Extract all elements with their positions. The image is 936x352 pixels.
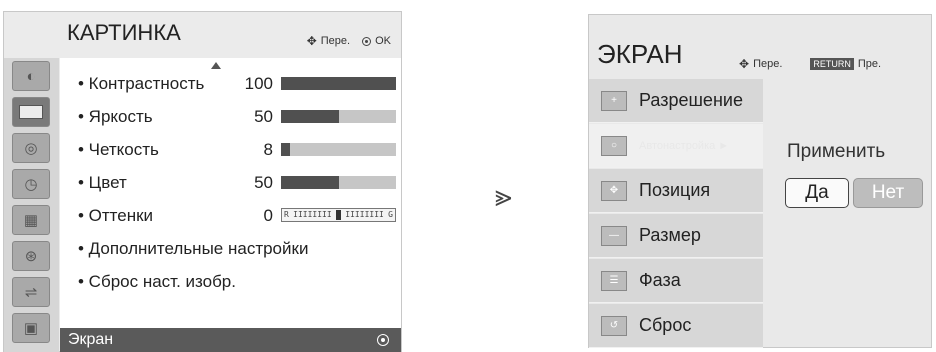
yes-button[interactable]: Да [785, 178, 849, 208]
advanced-settings-label: • Дополнительные настройки [78, 239, 309, 258]
hint-move-label: Пере. [320, 35, 351, 47]
move-arrows-icon: ✥ [306, 34, 317, 48]
apply-label: Применить [787, 141, 886, 162]
contrast-row[interactable]: • Контрастность 100 [78, 70, 398, 98]
picture-reset-item[interactable]: • Сброс наст. изобр. [78, 268, 236, 296]
tint-ticks-right: IIIIIIII [345, 210, 384, 219]
disc-icon[interactable]: ◐ [12, 61, 50, 91]
phase-icon: ☰ [601, 270, 627, 291]
reset-icon: ↺ [601, 315, 627, 336]
contrast-slider[interactable] [281, 77, 396, 90]
brightness-row[interactable]: • Яркость 50 [78, 103, 398, 131]
screen-icon[interactable] [12, 97, 50, 127]
tint-slider[interactable]: R IIIIIIII IIIIIIII G [281, 208, 396, 222]
picture-reset-label: • Сброс наст. изобр. [78, 272, 236, 291]
screen-menu-list: + Разрешение ○ Автонастройка ► ✥ Позиция… [589, 79, 763, 348]
option-icon[interactable]: ⊛ [12, 241, 50, 271]
tint-knob[interactable] [335, 210, 341, 220]
no-button[interactable]: Нет [853, 178, 923, 208]
color-slider[interactable] [281, 176, 396, 189]
color-row[interactable]: • Цвет 50 [78, 169, 398, 197]
usb-icon[interactable]: ▣ [12, 313, 50, 343]
hint-move-label: Пере. [753, 58, 783, 70]
color-value: 50 [254, 173, 273, 192]
color-label: • Цвет [78, 173, 127, 192]
brightness-slider[interactable] [281, 110, 396, 123]
position-icon: ✥ [601, 180, 627, 201]
menu-item-label: Разрешение [639, 90, 743, 110]
menu-item-position[interactable]: ✥ Позиция [589, 169, 763, 213]
tint-ticks-left: IIIIIIII [293, 210, 332, 219]
sharpness-slider[interactable] [281, 143, 396, 156]
tint-label: • Оттенки [78, 206, 154, 225]
tint-value: 0 [263, 206, 273, 225]
tint-row[interactable]: • Оттенки 0 R IIIIIIII IIIIIIII G [78, 202, 398, 230]
size-icon: — [601, 225, 627, 246]
clock-icon[interactable]: ◷ [12, 169, 50, 199]
move-arrows-icon: ✥ [739, 57, 750, 71]
tint-green-label: G [388, 210, 393, 219]
contrast-label: • Контрастность [78, 74, 205, 93]
contrast-value: 100 [244, 74, 273, 93]
menu-item-label: Сброс [639, 315, 692, 335]
picture-menu-header: КАРТИНКА ✥ Пере. OK [4, 12, 401, 58]
sharpness-value: 8 [263, 140, 273, 159]
hint-ok-label: OK [375, 35, 391, 47]
menu-item-label: Размер [639, 225, 701, 245]
input-icon[interactable]: ⇌ [12, 277, 50, 307]
brightness-value: 50 [254, 107, 273, 126]
screen-menu-hint: ✥ Пере. RETURN Пре. [739, 57, 881, 71]
screen-menu-entry[interactable]: Экран [60, 328, 401, 352]
lock-icon[interactable]: ▦ [12, 205, 50, 235]
picture-menu-title: КАРТИНКА [67, 20, 181, 45]
plus-icon: + [601, 90, 627, 111]
picture-menu: КАРТИНКА ✥ Пере. OK ◐ ◎ ◷ ▦ ⊛ ⇌ ▣ • Конт… [3, 11, 402, 352]
screen-menu-title: ЭКРАН [597, 39, 683, 69]
transition-arrow-icon: ⪢ [495, 180, 512, 213]
scroll-up-icon[interactable] [211, 62, 221, 69]
menu-icon-strip: ◐ ◎ ◷ ▦ ⊛ ⇌ ▣ [4, 58, 59, 352]
screen-menu: ЭКРАН ✥ Пере. RETURN Пре. + Разрешение ○… [588, 14, 932, 348]
sharpness-row[interactable]: • Четкость 8 [78, 136, 398, 164]
picture-menu-hint: ✥ Пере. OK [307, 34, 391, 48]
menu-item-label: Позиция [639, 180, 711, 200]
menu-item-size[interactable]: — Размер [589, 214, 763, 258]
color-fill [281, 176, 339, 189]
screen-entry-label: Экран [68, 331, 114, 348]
menu-item-reset[interactable]: ↺ Сброс [589, 304, 763, 348]
select-icon [377, 334, 389, 346]
picture-settings-list: • Контрастность 100 • Яркость 50 • Четко… [60, 58, 401, 328]
auto-icon: ○ [601, 135, 627, 156]
sharpness-fill [281, 143, 291, 156]
return-key-icon: RETURN [810, 58, 854, 70]
advanced-settings-item[interactable]: • Дополнительные настройки [78, 235, 308, 263]
sharpness-label: • Четкость [78, 140, 159, 159]
tint-red-label: R [284, 210, 289, 219]
contrast-fill [281, 77, 396, 90]
audio-icon[interactable]: ◎ [12, 133, 50, 163]
menu-item-resolution[interactable]: + Разрешение [589, 79, 763, 123]
ok-button-icon [362, 36, 372, 46]
hint-back-label: Пре. [857, 58, 882, 70]
brightness-label: • Яркость [78, 107, 153, 126]
menu-item-label: Автонастройка ► [639, 139, 730, 152]
brightness-fill [281, 110, 339, 123]
menu-item-auto-config[interactable]: ○ Автонастройка ► [589, 124, 763, 168]
menu-item-phase[interactable]: ☰ Фаза [589, 259, 763, 303]
menu-item-label: Фаза [639, 270, 681, 290]
